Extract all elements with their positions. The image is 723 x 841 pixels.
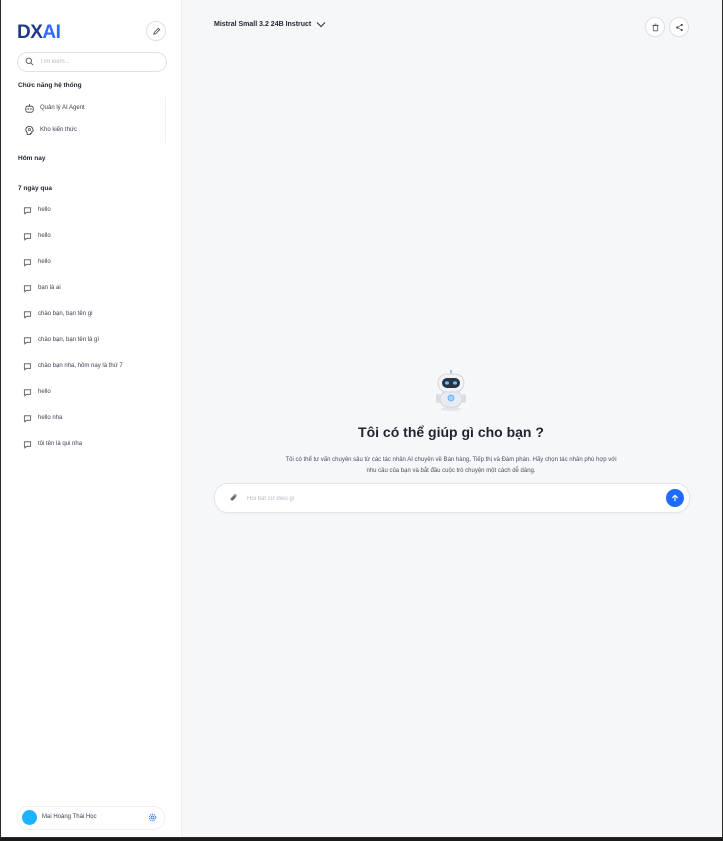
- system-menu: Quản lý AI Agent Kho kiến thức: [18, 97, 166, 143]
- sidebar-item-label: Kho kiến thức: [40, 127, 78, 133]
- chat-history-label: chào bạn nha, hôm nay là thứ 7: [38, 363, 123, 369]
- chat-history-label: chào bạn, bạn tên gì: [38, 311, 93, 317]
- chat-bubble-icon: [23, 232, 32, 241]
- chat-history-label: hello nha: [38, 415, 63, 421]
- chat-history-label: hello: [38, 207, 51, 213]
- system-section-title: Chức năng hệ thống: [18, 82, 82, 89]
- chat-history-label: hello: [38, 259, 51, 265]
- today-section-title: Hôm nay: [18, 155, 46, 162]
- chat-bubble-icon: [23, 258, 32, 267]
- robot-icon: [25, 103, 34, 113]
- user-profile[interactable]: Mai Hoàng Thái Học: [17, 806, 165, 830]
- last-7-days-section-title: 7 ngày qua: [18, 185, 52, 192]
- model-name: Mistral Small 3.2 24B Instruct: [214, 21, 312, 28]
- chat-history-label: hello: [38, 233, 51, 239]
- chat-history-label: hello: [38, 389, 51, 395]
- chat-bubble-icon: [23, 388, 32, 397]
- chat-bubble-icon: [23, 414, 32, 423]
- gear-icon: [148, 813, 157, 822]
- send-button[interactable]: [666, 489, 684, 507]
- new-chat-button[interactable]: [146, 21, 166, 41]
- arrow-up-icon: [672, 494, 678, 502]
- welcome-description: Tôi có thể tư vấn chuyên sâu từ các tác …: [285, 457, 617, 474]
- app-window: DXAI Chức năng hệ thống Quản lý AI Agent…: [0, 0, 723, 838]
- chat-history-item[interactable]: hello: [23, 230, 51, 242]
- avatar: [22, 810, 37, 825]
- chat-history-label: bạn là ai: [38, 285, 61, 291]
- trash-icon: [651, 23, 659, 31]
- chat-history-item[interactable]: hello: [23, 204, 51, 216]
- brain-icon: [25, 125, 34, 135]
- chat-bubble-icon: [23, 206, 32, 215]
- share-icon: [675, 23, 683, 31]
- logo-part-dx: DX: [17, 22, 43, 43]
- delete-chat-button[interactable]: [645, 17, 665, 37]
- logo-part-ai: AI: [42, 22, 61, 43]
- chat-input[interactable]: [245, 491, 649, 507]
- search-input[interactable]: [38, 54, 162, 70]
- sidebar: DXAI Chức năng hệ thống Quản lý AI Agent…: [1, 0, 182, 837]
- chat-history-item[interactable]: hello nha: [23, 412, 62, 424]
- chat-composer: [214, 483, 690, 513]
- chat-history-item[interactable]: chào bạn, bạn tên là gì: [23, 334, 99, 346]
- chat-history-item[interactable]: chào bạn, bạn tên gì: [23, 308, 93, 320]
- sidebar-item-knowledge-base[interactable]: Kho kiến thức: [24, 123, 77, 137]
- model-selector[interactable]: Mistral Small 3.2 24B Instruct: [214, 21, 326, 28]
- chat-history-item[interactable]: chào bạn nha, hôm nay là thứ 7: [23, 360, 123, 372]
- share-button[interactable]: [669, 17, 689, 37]
- search-box[interactable]: [17, 52, 167, 72]
- chat-history-item[interactable]: tôi tên là qui nha: [23, 438, 82, 450]
- chat-bubble-icon: [23, 284, 32, 293]
- edit-pencil-icon: [152, 27, 160, 35]
- chat-history-item[interactable]: hello: [23, 256, 51, 268]
- sidebar-item-ai-agent[interactable]: Quản lý AI Agent: [24, 101, 85, 115]
- sidebar-item-label: Quản lý AI Agent: [40, 105, 85, 111]
- user-name: Mai Hoàng Thái Học: [42, 814, 97, 820]
- chevron-down-icon: [316, 22, 326, 28]
- dxai-logo[interactable]: DXAI: [17, 22, 61, 44]
- chat-history-label: tôi tên là qui nha: [38, 441, 83, 447]
- search-icon: [25, 57, 34, 66]
- chat-bubble-icon: [23, 310, 32, 319]
- paperclip-icon[interactable]: [229, 493, 238, 502]
- chat-history-item[interactable]: bạn là ai: [23, 282, 61, 294]
- chat-history-item[interactable]: hello: [23, 386, 51, 398]
- chat-bubble-icon: [23, 336, 32, 345]
- chat-bubble-icon: [23, 362, 32, 371]
- robot-mascot-icon: [436, 370, 466, 411]
- settings-button[interactable]: [145, 810, 160, 825]
- chat-bubble-icon: [23, 440, 32, 449]
- welcome-headline: Tôi có thể giúp gì cho bạn ?: [358, 424, 544, 440]
- chat-history-label: chào bạn, bạn tên là gì: [38, 337, 100, 343]
